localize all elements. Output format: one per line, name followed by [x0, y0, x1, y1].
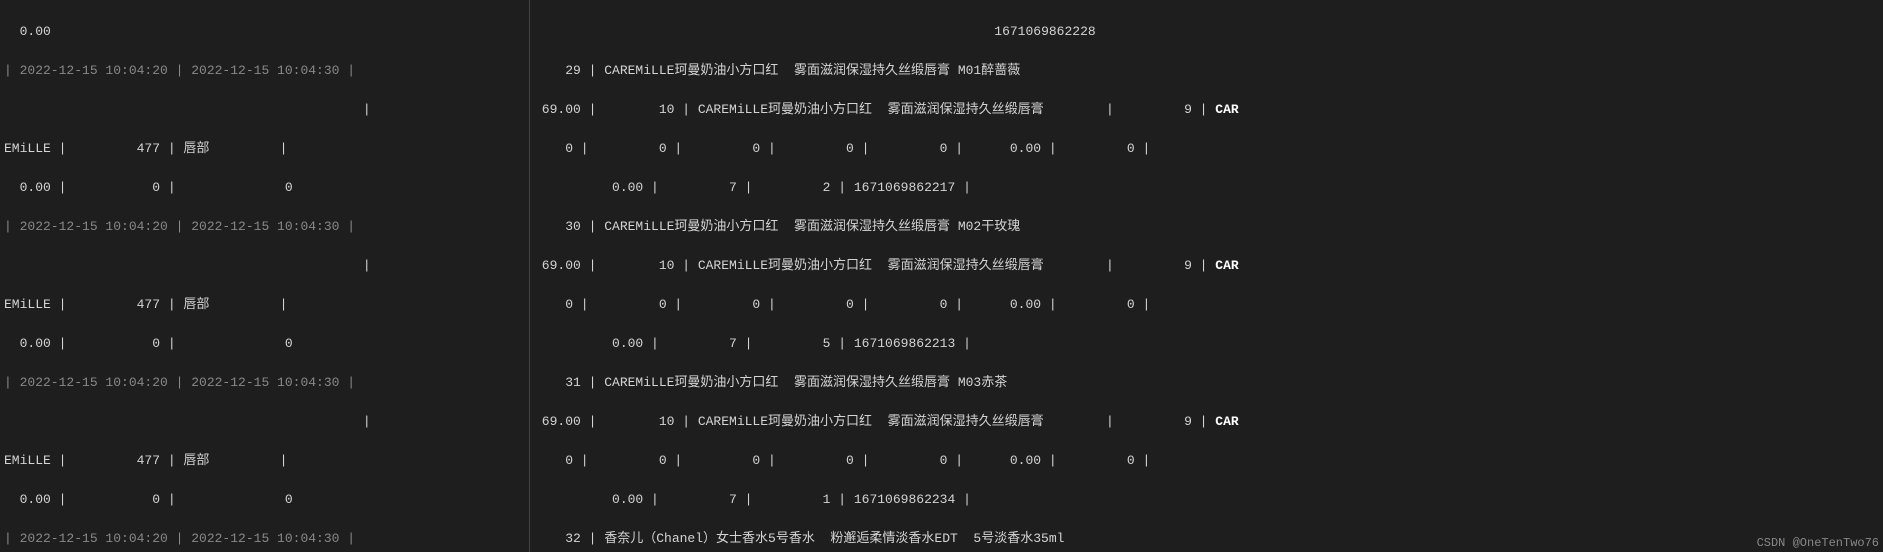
left-row-3: | — [4, 100, 525, 120]
left-row-5: 0.00 | 0 | 0 — [4, 178, 525, 198]
right-row-r10: 69.00 | 10 | CAREMiLLE珂曼奶油小方口红 雾面滋润保湿持久丝… — [534, 412, 1879, 432]
right-row-r9: 31 | CAREMiLLE珂曼奶油小方口红 雾面滋润保湿持久丝缎唇膏 M03赤… — [534, 373, 1879, 393]
left-row-8: EMiLLE | 477 | 唇部 | — [4, 295, 525, 315]
right-row-r3: 0 | 0 | 0 | 0 | 0 | 0.00 | 0 | — [534, 139, 1879, 159]
left-row-9: 0.00 | 0 | 0 — [4, 334, 525, 354]
right-row-r8: 0.00 | 7 | 5 | 1671069862213 | — [534, 334, 1879, 354]
left-panel: 0.00 | 2022-12-15 10:04:20 | 2022-12-15 … — [0, 0, 530, 552]
right-row-r7: 0 | 0 | 0 | 0 | 0 | 0.00 | 0 | — [534, 295, 1879, 315]
watermark: CSDN @OneTenTwo76 — [1757, 536, 1879, 550]
right-row-r5: 30 | CAREMiLLE珂曼奶油小方口红 雾面滋润保湿持久丝缎唇膏 M02干… — [534, 217, 1879, 237]
left-row-14: | 2022-12-15 10:04:20 | 2022-12-15 10:04… — [4, 529, 525, 549]
left-row-13: 0.00 | 0 | 0 — [4, 490, 525, 510]
right-data-block: 1671069862228 29 | CAREMiLLE珂曼奶油小方口红 雾面滋… — [530, 2, 1883, 552]
right-row-r11: 0 | 0 | 0 | 0 | 0 | 0.00 | 0 | — [534, 451, 1879, 471]
left-row-1: 0.00 — [4, 22, 525, 42]
left-row-10: | 2022-12-15 10:04:20 | 2022-12-15 10:04… — [4, 373, 525, 393]
left-row-4: EMiLLE | 477 | 唇部 | — [4, 139, 525, 159]
left-row-2: | 2022-12-15 10:04:20 | 2022-12-15 10:04… — [4, 61, 525, 81]
left-row-6: | 2022-12-15 10:04:20 | 2022-12-15 10:04… — [4, 217, 525, 237]
right-row-r12: 0.00 | 7 | 1 | 1671069862234 | — [534, 490, 1879, 510]
right-row-top: 1671069862228 — [534, 22, 1879, 42]
right-row-r2: 69.00 | 10 | CAREMiLLE珂曼奶油小方口红 雾面滋润保湿持久丝… — [534, 100, 1879, 120]
right-row-r6: 69.00 | 10 | CAREMiLLE珂曼奶油小方口红 雾面滋润保湿持久丝… — [534, 256, 1879, 276]
right-panel: 1671069862228 29 | CAREMiLLE珂曼奶油小方口红 雾面滋… — [530, 0, 1883, 552]
right-row-r1: 29 | CAREMiLLE珂曼奶油小方口红 雾面滋润保湿持久丝缎唇膏 M01醉… — [534, 61, 1879, 81]
left-row-11: | — [4, 412, 525, 432]
right-row-r4: 0.00 | 7 | 2 | 1671069862217 | — [534, 178, 1879, 198]
main-container: 0.00 | 2022-12-15 10:04:20 | 2022-12-15 … — [0, 0, 1883, 552]
right-row-r13: 32 | 香奈儿（Chanel）女士香水5号香水 粉邂逅柔情淡香水EDT 5号淡… — [534, 529, 1879, 549]
left-row-12: EMiLLE | 477 | 唇部 | — [4, 451, 525, 471]
left-data-block: 0.00 | 2022-12-15 10:04:20 | 2022-12-15 … — [0, 2, 529, 552]
left-row-7: | — [4, 256, 525, 276]
